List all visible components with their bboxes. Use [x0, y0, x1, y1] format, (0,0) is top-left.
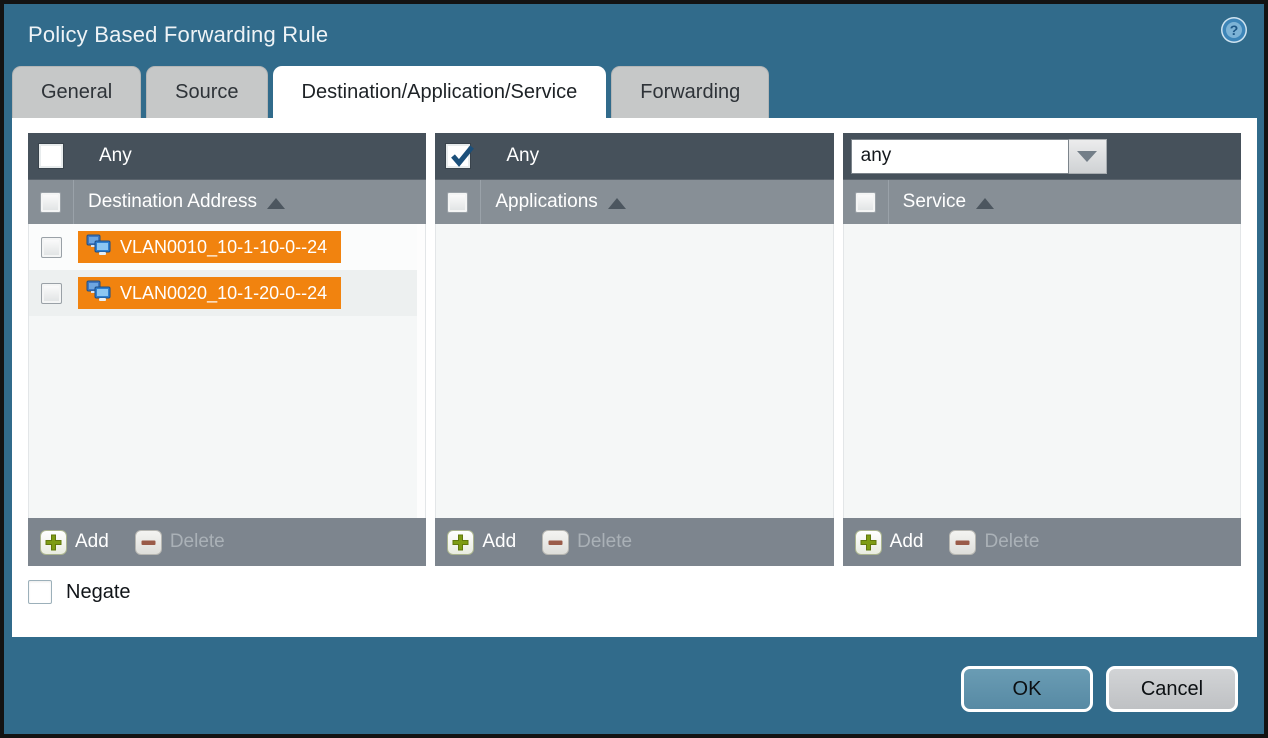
plus-icon: [855, 530, 882, 555]
tab-general-label: General: [41, 81, 112, 104]
delete-button-label: Delete: [170, 531, 225, 553]
applications-footer: Add Delete: [435, 518, 833, 566]
negate-checkbox[interactable]: [28, 580, 52, 604]
destination-footer: Add Delete: [28, 518, 426, 566]
tab-bar: General Source Destination/Application/S…: [12, 66, 769, 118]
panels-row: Any Destination Address: [12, 118, 1257, 566]
sort-ascending-icon: [267, 198, 285, 209]
applications-panel: Any Applications Add: [435, 133, 833, 566]
tab-destination-application-service-label: Destination/Application/Service: [302, 81, 578, 104]
dialog-titlebar: Policy Based Forwarding Rule ?: [4, 4, 1264, 66]
help-icon[interactable]: ?: [1220, 16, 1248, 44]
destination-address-panel: Any Destination Address: [28, 133, 426, 566]
service-add-button[interactable]: Add: [855, 530, 924, 555]
ok-button[interactable]: OK: [961, 666, 1093, 712]
network-icon: [86, 234, 112, 261]
sort-ascending-icon: [608, 198, 626, 209]
destination-column-label: Destination Address: [88, 191, 257, 213]
sort-ascending-icon: [976, 198, 994, 209]
plus-icon: [40, 530, 67, 555]
tab-content: Any Destination Address: [12, 118, 1257, 637]
svg-text:?: ?: [1230, 22, 1239, 38]
destination-row[interactable]: VLAN0010_10-1-10-0--24: [29, 224, 417, 270]
applications-column-label: Applications: [495, 191, 597, 213]
tab-forwarding[interactable]: Forwarding: [611, 66, 769, 118]
applications-column-header[interactable]: Applications: [435, 179, 833, 224]
plus-icon: [447, 530, 474, 555]
service-mode-value[interactable]: any: [851, 139, 1069, 174]
minus-icon: [542, 530, 569, 555]
applications-any-bar: Any: [435, 133, 833, 179]
tab-forwarding-label: Forwarding: [640, 81, 740, 104]
service-panel: any Service: [843, 133, 1241, 566]
delete-button-label: Delete: [577, 531, 632, 553]
dialog-title: Policy Based Forwarding Rule: [28, 22, 328, 48]
network-icon: [86, 280, 112, 307]
destination-select-all-checkbox[interactable]: [40, 192, 61, 213]
chevron-down-icon: [1077, 151, 1097, 162]
minus-icon: [949, 530, 976, 555]
applications-select-all-checkbox[interactable]: [447, 192, 468, 213]
add-button-label: Add: [482, 531, 516, 553]
destination-column-header[interactable]: Destination Address: [28, 179, 426, 224]
tab-general[interactable]: General: [12, 66, 141, 118]
cancel-button[interactable]: Cancel: [1106, 666, 1238, 712]
tab-destination-application-service[interactable]: Destination/Application/Service: [273, 66, 607, 118]
applications-any-checkbox[interactable]: [446, 144, 470, 168]
destination-delete-button[interactable]: Delete: [135, 530, 225, 555]
tab-source-label: Source: [175, 81, 238, 104]
destination-any-label: Any: [99, 145, 132, 167]
applications-add-button[interactable]: Add: [447, 530, 516, 555]
destination-any-checkbox[interactable]: [39, 144, 63, 168]
service-delete-button[interactable]: Delete: [949, 530, 1039, 555]
service-column-label: Service: [903, 191, 966, 213]
service-footer: Add Delete: [843, 518, 1241, 566]
applications-delete-button[interactable]: Delete: [542, 530, 632, 555]
destination-row[interactable]: VLAN0020_10-1-20-0--24: [29, 270, 417, 316]
add-button-label: Add: [75, 531, 109, 553]
destination-list: VLAN0010_10-1-10-0--24: [28, 224, 426, 518]
address-object-name: VLAN0020_10-1-20-0--24: [120, 283, 327, 304]
service-mode-dropdown[interactable]: any: [851, 139, 1107, 174]
service-list: [843, 224, 1241, 518]
policy-based-forwarding-rule-dialog: Policy Based Forwarding Rule ? General S…: [0, 0, 1268, 738]
minus-icon: [135, 530, 162, 555]
destination-add-button[interactable]: Add: [40, 530, 109, 555]
service-select-all-checkbox[interactable]: [855, 192, 876, 213]
address-object-name: VLAN0010_10-1-10-0--24: [120, 237, 327, 258]
scrollbar-gutter: [417, 224, 425, 518]
tab-source[interactable]: Source: [146, 66, 267, 118]
destination-any-bar: Any: [28, 133, 426, 179]
add-button-label: Add: [890, 531, 924, 553]
applications-any-label: Any: [506, 145, 539, 167]
dialog-actions: OK Cancel: [961, 666, 1238, 712]
address-object-chip[interactable]: VLAN0010_10-1-10-0--24: [78, 231, 341, 263]
address-object-chip[interactable]: VLAN0020_10-1-20-0--24: [78, 277, 341, 309]
negate-label: Negate: [66, 581, 131, 604]
destination-row-checkbox[interactable]: [41, 237, 62, 258]
dropdown-arrow-button[interactable]: [1069, 139, 1107, 174]
applications-list: [435, 224, 833, 518]
service-column-header[interactable]: Service: [843, 179, 1241, 224]
service-dropdown-bar: any: [843, 133, 1241, 179]
negate-row: Negate: [28, 580, 1257, 604]
destination-row-checkbox[interactable]: [41, 283, 62, 304]
delete-button-label: Delete: [984, 531, 1039, 553]
